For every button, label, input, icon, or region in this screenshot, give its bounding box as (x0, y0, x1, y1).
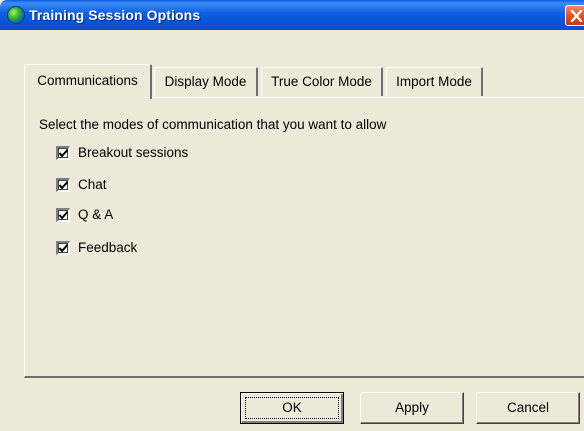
tab-label: True Color Mode (271, 74, 372, 89)
tab-label: Display Mode (164, 74, 247, 89)
title-bar[interactable]: Training Session Options (0, 0, 584, 30)
checkmark-icon (58, 244, 69, 253)
close-button[interactable] (565, 5, 584, 26)
focus-rectangle (245, 397, 339, 419)
tab-import-mode[interactable]: Import Mode (386, 67, 483, 96)
checkmark-icon (58, 149, 69, 158)
apply-button[interactable]: Apply (360, 392, 464, 424)
ok-button[interactable]: OK (240, 392, 344, 424)
window-title: Training Session Options (29, 7, 201, 23)
globe-icon (7, 6, 25, 24)
apply-button-label: Apply (395, 400, 429, 415)
option-label: Breakout sessions (78, 145, 189, 160)
chat-checkbox[interactable] (56, 178, 70, 192)
feedback-checkbox[interactable] (56, 241, 70, 255)
option-label: Feedback (78, 240, 138, 255)
breakout-sessions-checkbox[interactable] (56, 146, 70, 160)
close-icon (570, 10, 583, 22)
tab-communications[interactable]: Communications (24, 64, 152, 99)
cancel-button[interactable]: Cancel (476, 392, 580, 424)
instruction-text: Select the modes of communication that y… (39, 117, 387, 132)
tab-label: Communications (37, 73, 138, 88)
option-label: Chat (78, 177, 107, 192)
cancel-button-label: Cancel (506, 400, 550, 415)
option-label: Q & A (78, 207, 114, 222)
communications-panel: Select the modes of communication that y… (24, 97, 584, 378)
checkmark-icon (58, 211, 69, 220)
tab-label: Import Mode (396, 74, 472, 89)
checkmark-icon (58, 181, 69, 190)
tab-display-mode[interactable]: Display Mode (154, 67, 258, 96)
q-and-a-checkbox[interactable] (56, 208, 70, 222)
tab-true-color-mode[interactable]: True Color Mode (261, 67, 383, 96)
